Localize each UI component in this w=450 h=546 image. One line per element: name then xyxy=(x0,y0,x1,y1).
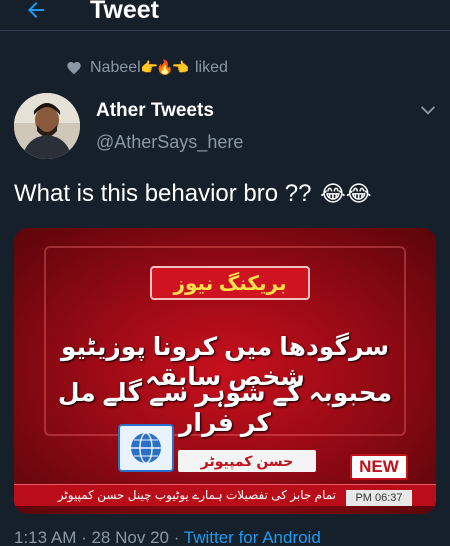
breaking-news-label: بریکنگ نیوز xyxy=(150,266,310,300)
news-line-2: محبوبہ کے شوہر سے گلے مل کر فرار xyxy=(57,379,393,437)
author-handle[interactable]: @AtherSays_here xyxy=(96,132,243,153)
author-name[interactable]: Ather Tweets xyxy=(96,100,214,122)
liker-emojis: 👉🔥👈 xyxy=(140,59,189,75)
back-button[interactable] xyxy=(18,0,54,26)
tweet-body: What is this behavior bro ?? xyxy=(14,180,312,207)
liker-name[interactable]: Nabeel👉🔥👈 xyxy=(90,59,189,77)
new-badge: NEW xyxy=(350,454,408,480)
chevron-down-icon[interactable] xyxy=(418,100,438,120)
tweet-meta: 1:13 AM · 28 Nov 20 · Twitter for Androi… xyxy=(14,528,321,546)
tweet-media[interactable]: بریکنگ نیوز سرگودھا میں کرونا پوزیٹیو شخ… xyxy=(14,228,436,514)
timestamp[interactable]: 1:13 AM · 28 Nov 20 · xyxy=(14,528,184,546)
header-divider xyxy=(0,30,450,31)
laughing-emoji: 😂😂 xyxy=(320,181,372,206)
liker-name-text: Nabeel xyxy=(90,59,141,76)
top-bar: Tweet xyxy=(0,0,450,30)
channel-name: حسن کمپیوٹر xyxy=(178,450,316,472)
channel-logo xyxy=(118,424,174,472)
arrow-left-icon xyxy=(28,2,44,18)
tweet-text: What is this behavior bro ?? 😂😂 xyxy=(14,180,372,208)
liked-label: liked xyxy=(195,59,228,76)
avatar[interactable] xyxy=(14,93,80,159)
social-context[interactable]: Nabeel👉🔥👈 liked xyxy=(66,56,228,80)
clock-readout: PM 06:37 xyxy=(346,490,412,506)
page-title: Tweet xyxy=(90,0,159,24)
heart-icon xyxy=(67,62,81,75)
globe-icon xyxy=(131,432,161,464)
source-link[interactable]: Twitter for Android xyxy=(184,528,321,546)
avatar-image xyxy=(14,93,80,159)
ticker-text: تمام جابز کی تفصیلات ہمارے یوٹیوب چینل ح… xyxy=(57,488,336,502)
